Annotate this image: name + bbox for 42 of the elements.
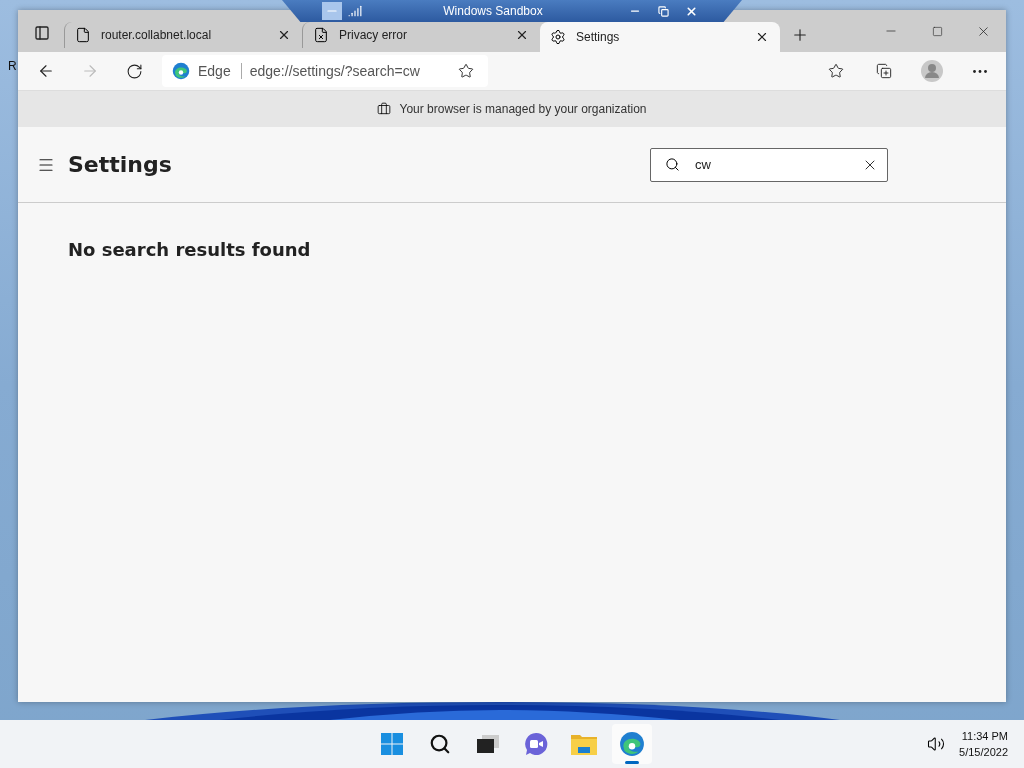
forward-arrow-icon	[81, 62, 99, 80]
no-results-message: No search results found	[68, 239, 312, 260]
address-bar[interactable]: Edge edge://settings/?search=cw	[162, 55, 488, 87]
more-icon	[973, 69, 987, 73]
page-title: Settings	[68, 152, 173, 177]
url-text: edge://settings/?search=cw	[249, 63, 421, 79]
close-icon	[684, 4, 698, 18]
close-icon	[755, 30, 769, 44]
close-icon	[277, 28, 291, 42]
star-icon	[458, 63, 474, 79]
restore-icon	[657, 5, 669, 17]
browser-tab[interactable]: router.collabnet.local	[64, 22, 302, 48]
close-icon	[515, 28, 529, 42]
sandbox-title: Windows Sandbox	[442, 4, 544, 18]
clock-time: 11:34 PM	[961, 729, 1008, 744]
briefcase-icon	[377, 102, 392, 116]
page-icon	[75, 27, 91, 43]
desktop-icon-label: R	[8, 59, 17, 73]
clock-date: 5/15/2022	[959, 745, 1008, 760]
search-icon	[665, 156, 680, 172]
search-field[interactable]: cw	[650, 147, 888, 182]
refresh-icon	[125, 62, 143, 80]
plus-icon	[791, 26, 809, 44]
folder-icon	[571, 733, 597, 755]
banner-text: Your browser is managed by your organization	[399, 102, 647, 116]
edge-logo-icon	[172, 62, 190, 80]
error-page-icon	[313, 27, 329, 43]
collections-icon	[876, 63, 892, 79]
avatar-icon	[921, 60, 943, 82]
maximize-icon	[931, 25, 943, 37]
volume-icon[interactable]	[927, 735, 946, 753]
windows-logo-icon	[380, 732, 404, 756]
edge-icon	[619, 731, 645, 757]
settings-icon	[550, 29, 566, 45]
signal-icon	[348, 4, 362, 18]
task-view-icon	[477, 735, 499, 753]
search-icon	[429, 733, 451, 755]
site-label: Edge	[198, 63, 242, 79]
star-icon	[828, 63, 844, 79]
panel-icon	[34, 25, 50, 41]
browser-tab[interactable]: Settings	[540, 22, 780, 52]
chat-icon	[524, 732, 548, 756]
